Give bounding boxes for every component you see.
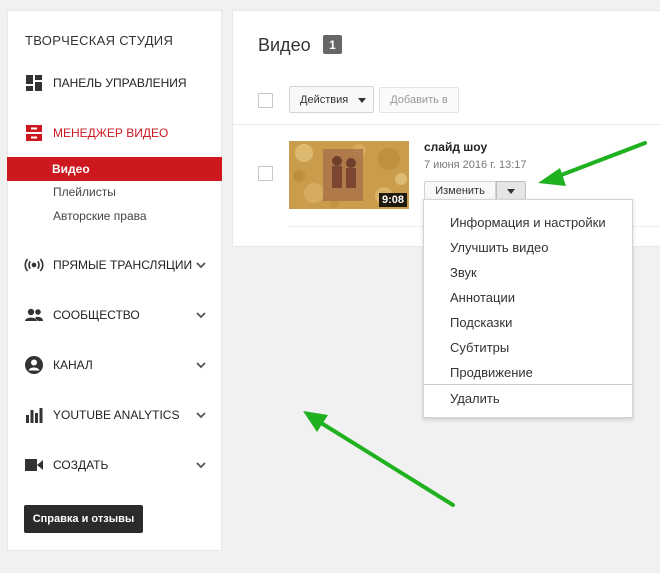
community-icon <box>24 305 44 325</box>
create-icon <box>24 455 44 475</box>
help-feedback-button[interactable]: Справка и отзывы <box>24 505 143 533</box>
chevron-down-icon[interactable] <box>195 458 207 476</box>
edit-button[interactable]: Изменить <box>424 181 496 201</box>
menu-item-cards[interactable]: Подсказки <box>424 310 632 335</box>
video-manager-icon <box>24 123 44 143</box>
select-all-checkbox[interactable] <box>258 93 273 108</box>
arrow-to-video-panel <box>303 411 455 507</box>
nav-channel[interactable]: КАНАЛ <box>8 350 221 380</box>
menu-item-promotion[interactable]: Продвижение <box>424 360 632 385</box>
video-row-checkbox[interactable] <box>258 166 273 181</box>
sidebar: ТВОРЧЕСКАЯ СТУДИЯ ПАНЕЛЬ УПРАВЛЕНИЯ МЕНЕ… <box>7 10 222 551</box>
video-date: 7 июня 2016 г. 13:17 <box>424 159 527 171</box>
nav-live[interactable]: ПРЯМЫЕ ТРАНСЛЯЦИИ <box>8 250 221 280</box>
edit-menu-toggle[interactable] <box>496 181 526 201</box>
nav-video-manager-label: МЕНЕДЖЕР ВИДЕО <box>53 126 169 140</box>
caret-down-icon <box>507 189 515 194</box>
add-to-button: Добавить в <box>379 87 459 113</box>
nav-create-label: СОЗДАТЬ <box>53 458 109 472</box>
nav-video-manager[interactable]: МЕНЕДЖЕР ВИДЕО <box>8 118 221 148</box>
chevron-down-icon[interactable] <box>195 258 207 276</box>
studio-title: ТВОРЧЕСКАЯ СТУДИЯ <box>25 33 174 48</box>
video-thumbnail[interactable]: 9:08 <box>289 141 409 209</box>
caret-down-icon <box>358 98 366 103</box>
page-title: Видео <box>258 35 311 55</box>
divider <box>233 124 660 125</box>
menu-item-annotations[interactable]: Аннотации <box>424 285 632 310</box>
live-broadcast-icon <box>24 255 44 275</box>
video-count-badge: 1 <box>323 35 342 54</box>
nav-channel-label: КАНАЛ <box>53 358 93 372</box>
sub-item-playlists[interactable]: Плейлисты <box>8 180 223 204</box>
chevron-down-icon[interactable] <box>195 358 207 376</box>
channel-icon <box>24 355 44 375</box>
menu-item-delete[interactable]: Удалить <box>424 386 632 411</box>
nav-analytics[interactable]: YOUTUBE ANALYTICS <box>8 400 221 430</box>
menu-item-enhancements[interactable]: Улучшить видео <box>424 235 632 260</box>
analytics-icon <box>24 405 44 425</box>
nav-community[interactable]: СООБЩЕСТВО <box>8 300 221 330</box>
menu-item-info-settings[interactable]: Информация и настройки <box>424 210 632 235</box>
menu-separator <box>424 384 632 385</box>
chevron-down-icon[interactable] <box>195 308 207 326</box>
dashboard-icon <box>24 73 44 93</box>
sub-item-copyright[interactable]: Авторские права <box>8 204 223 228</box>
video-duration: 9:08 <box>378 193 407 207</box>
chevron-down-icon[interactable] <box>195 408 207 426</box>
edit-dropdown-menu: Информация и настройки Улучшить видео Зв… <box>423 199 633 418</box>
nav-analytics-label: YOUTUBE ANALYTICS <box>53 408 180 422</box>
nav-dashboard[interactable]: ПАНЕЛЬ УПРАВЛЕНИЯ <box>8 68 221 98</box>
nav-dashboard-label: ПАНЕЛЬ УПРАВЛЕНИЯ <box>53 76 187 90</box>
actions-label: Действия <box>300 93 349 106</box>
nav-community-label: СООБЩЕСТВО <box>53 308 140 322</box>
nav-live-label: ПРЯМЫЕ ТРАНСЛЯЦИИ <box>53 258 193 272</box>
nav-create[interactable]: СОЗДАТЬ <box>8 450 221 480</box>
menu-item-subtitles[interactable]: Субтитры <box>424 335 632 360</box>
menu-item-audio[interactable]: Звук <box>424 260 632 285</box>
video-title[interactable]: слайд шоу <box>424 140 487 154</box>
sub-item-videos[interactable]: Видео <box>7 157 222 181</box>
actions-dropdown-button[interactable]: Действия <box>289 86 374 113</box>
